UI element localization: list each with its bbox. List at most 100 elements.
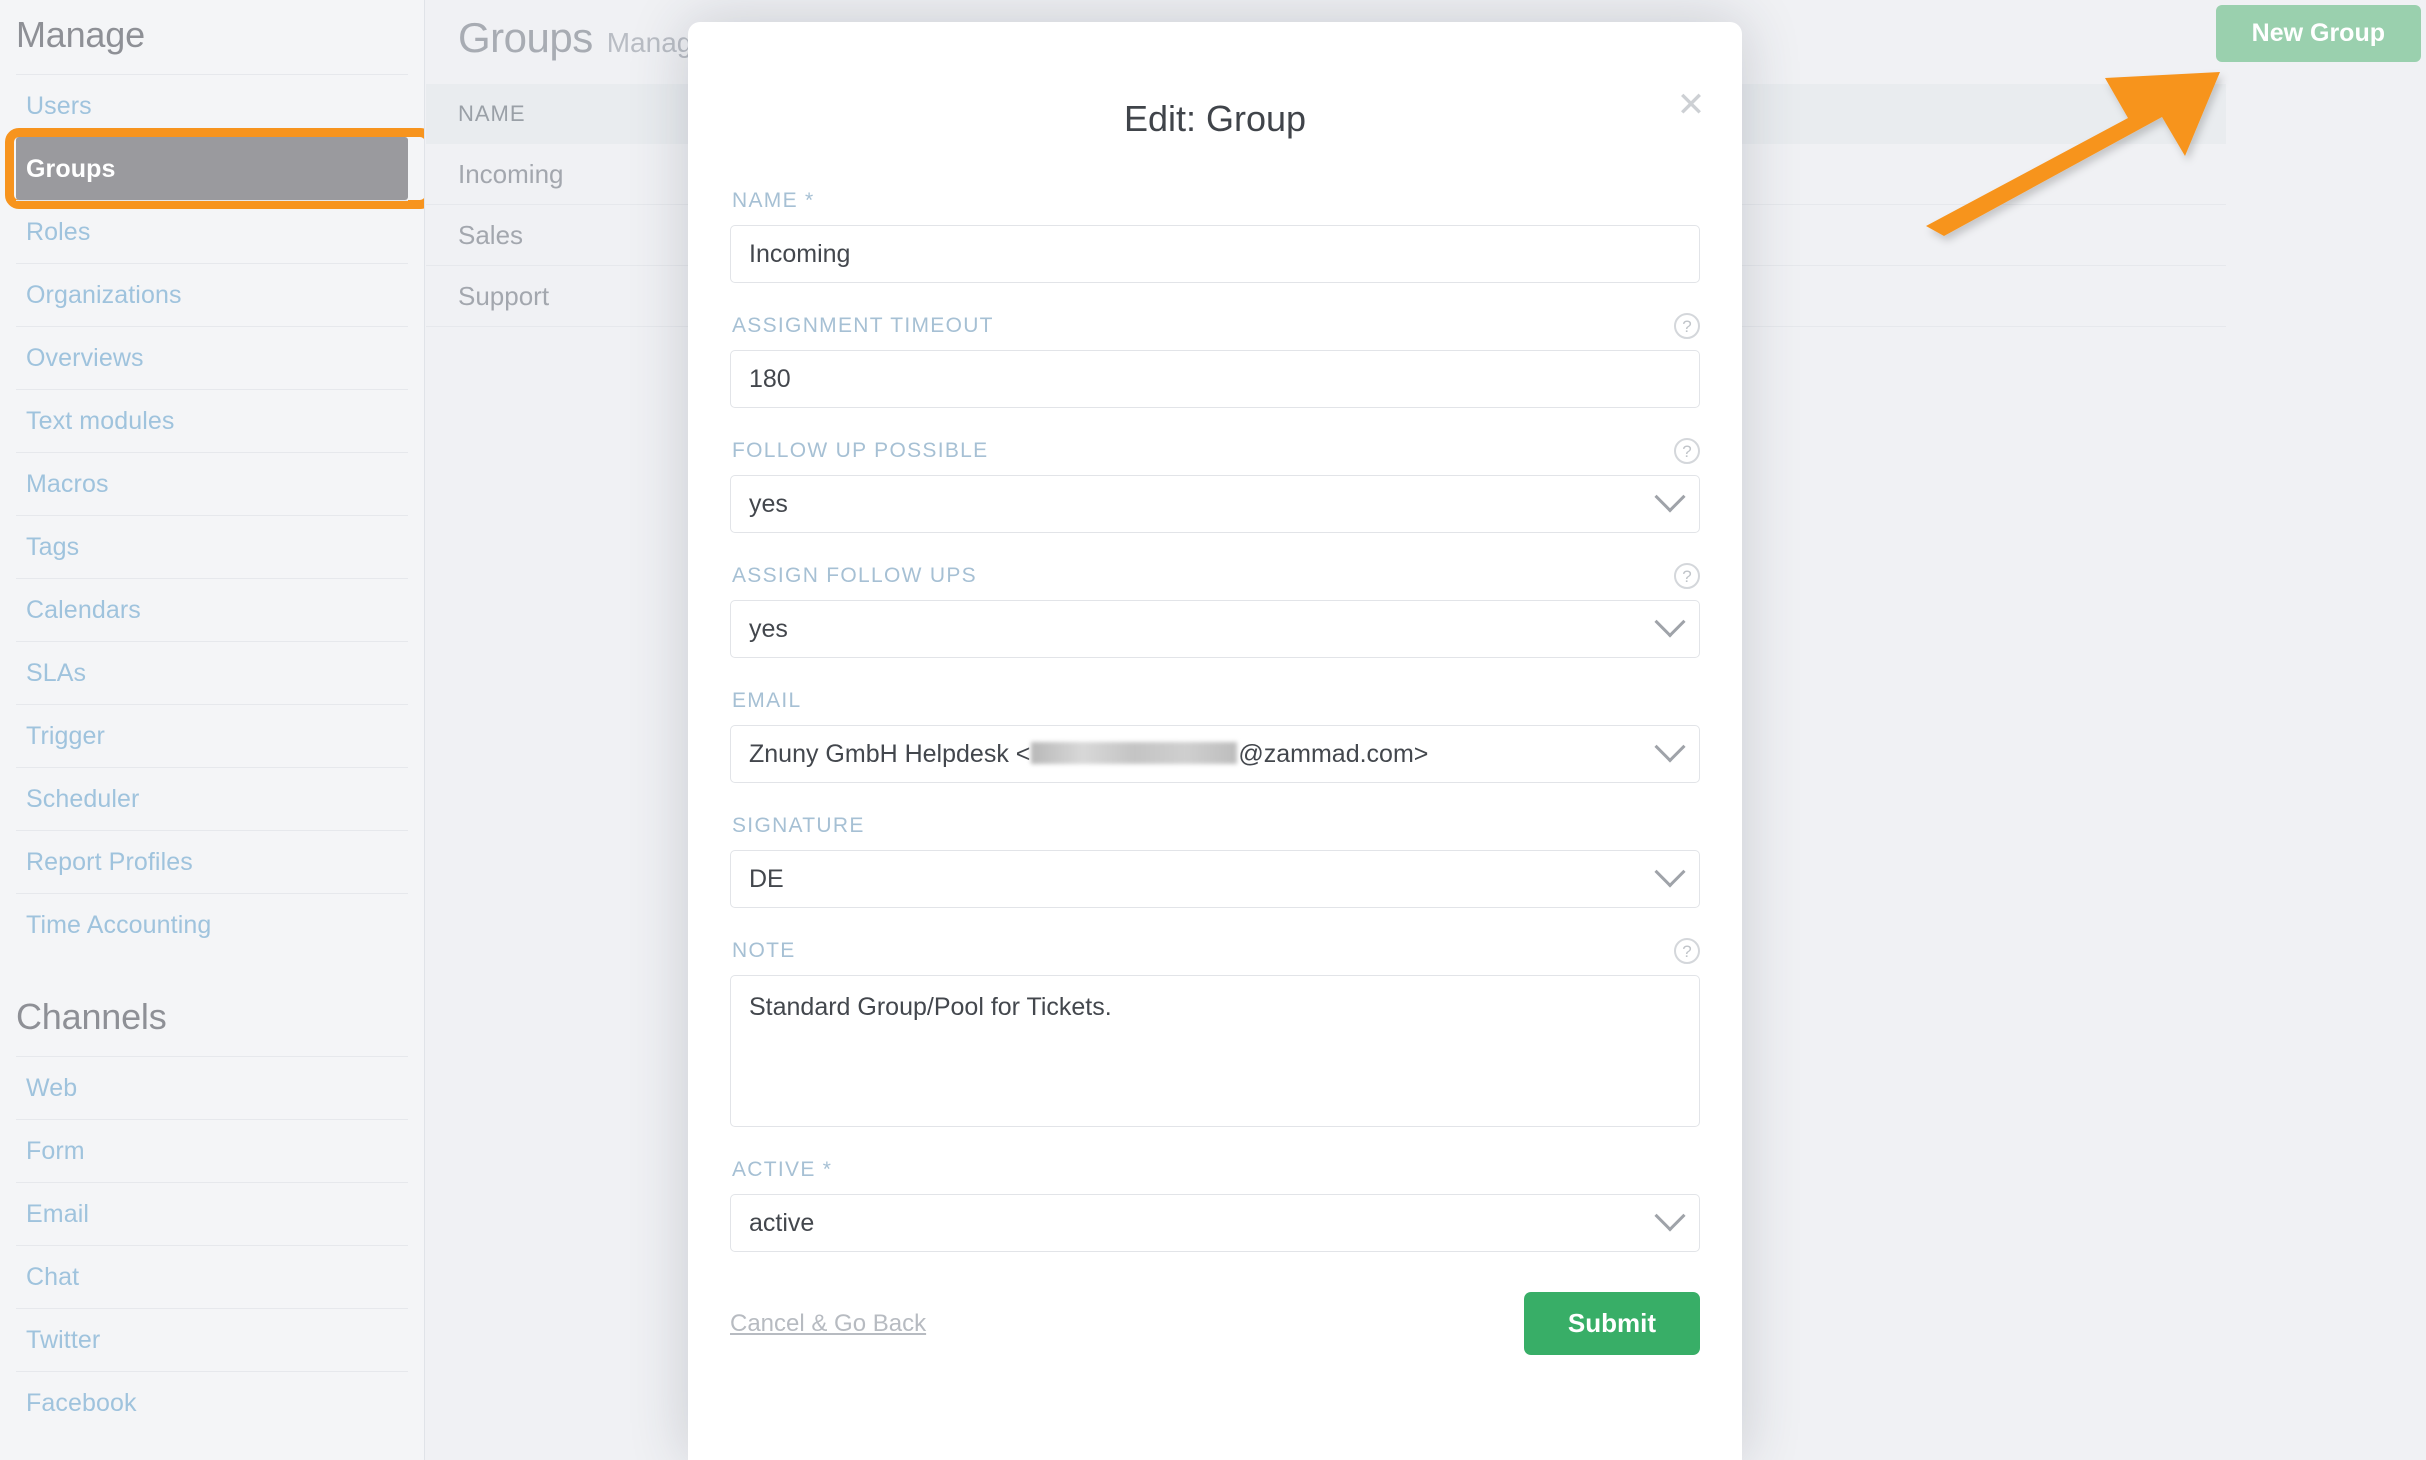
sidebar-section-channels: Channels Web Form Email Chat Twitter Fac…	[16, 956, 408, 1434]
sidebar-item-facebook[interactable]: Facebook	[16, 1371, 408, 1434]
field-label-follow-up-possible: FOLLOW UP POSSIBLE ?	[730, 438, 1700, 464]
follow-up-possible-select[interactable]: yes	[730, 475, 1700, 533]
sidebar-item-report-profiles[interactable]: Report Profiles	[16, 830, 408, 893]
sidebar-item-slas[interactable]: SLAs	[16, 641, 408, 704]
cancel-and-go-back-link[interactable]: Cancel & Go Back	[730, 1310, 926, 1338]
chevron-down-icon	[1654, 606, 1686, 638]
modal-footer: Cancel & Go Back Submit	[688, 1292, 1742, 1355]
sidebar-item-twitter[interactable]: Twitter	[16, 1308, 408, 1371]
field-label-name: NAME *	[730, 188, 1700, 214]
field-follow-up-possible: FOLLOW UP POSSIBLE ? yes	[730, 438, 1700, 533]
sidebar-item-label: Time Accounting	[26, 910, 212, 939]
sidebar-item-chat[interactable]: Chat	[16, 1245, 408, 1308]
field-signature: SIGNATURE DE	[730, 813, 1700, 908]
sidebar-item-label: Twitter	[26, 1325, 101, 1354]
sidebar-heading-manage: Manage	[16, 14, 145, 55]
new-group-button[interactable]: New Group	[2215, 5, 2421, 62]
help-icon[interactable]: ?	[1674, 313, 1700, 339]
email-prefix: Znuny GmbH Helpdesk <	[749, 739, 1031, 768]
cell-name: Sales	[458, 219, 524, 250]
name-input[interactable]: Incoming	[730, 225, 1700, 283]
sidebar-item-macros[interactable]: Macros	[16, 452, 408, 515]
field-label-active: ACTIVE *	[730, 1157, 1700, 1183]
sidebar-item-label: Scheduler	[26, 784, 140, 813]
field-label-signature: SIGNATURE	[730, 813, 1700, 839]
sidebar-item-users[interactable]: Users	[16, 74, 408, 137]
redacted-email-local-part	[1031, 741, 1238, 764]
label-text: ACTIVE *	[732, 1158, 833, 1181]
modal-title: Edit: Group	[1123, 98, 1307, 139]
page-title: Groups	[458, 14, 593, 61]
label-text: FOLLOW UP POSSIBLE	[732, 439, 989, 462]
sidebar-item-groups-wrap: Groups	[5, 128, 424, 209]
sidebar-heading-channels: Channels	[16, 996, 167, 1037]
field-email: EMAIL Znuny GmbH Helpdesk < @zammad.com>	[730, 688, 1700, 783]
sidebar-item-label: Users	[26, 91, 92, 120]
sidebar-item-label: SLAs	[26, 658, 87, 687]
label-text: NAME *	[732, 189, 815, 212]
sidebar-item-label: Groups	[26, 154, 116, 183]
field-name: NAME * Incoming	[730, 188, 1700, 283]
sidebar-item-label: Facebook	[26, 1388, 137, 1417]
chevron-down-icon	[1654, 1200, 1686, 1232]
signature-select[interactable]: DE	[730, 850, 1700, 908]
sidebar-item-text-modules[interactable]: Text modules	[16, 389, 408, 452]
sidebar-item-label: Trigger	[26, 721, 105, 750]
email-select[interactable]: Znuny GmbH Helpdesk < @zammad.com>	[730, 725, 1700, 783]
sidebar-item-calendars[interactable]: Calendars	[16, 578, 408, 641]
chevron-down-icon	[1654, 481, 1686, 513]
help-icon[interactable]: ?	[1674, 438, 1700, 464]
select-value: Znuny GmbH Helpdesk < @zammad.com>	[749, 740, 1428, 769]
assignment-timeout-input[interactable]: 180	[730, 350, 1700, 408]
sidebar-item-trigger[interactable]: Trigger	[16, 704, 408, 767]
label-text: NOTE	[732, 939, 796, 962]
field-assignment-timeout: ASSIGNMENT TIMEOUT ? 180	[730, 313, 1700, 408]
sidebar-item-groups[interactable]: Groups	[16, 137, 408, 200]
field-active: ACTIVE * active	[730, 1157, 1700, 1252]
label-text: ASSIGN FOLLOW UPS	[732, 564, 977, 587]
label-text: ASSIGNMENT TIMEOUT	[732, 314, 994, 337]
column-header-name: NAME	[458, 101, 526, 126]
sidebar-item-label: Email	[26, 1199, 90, 1228]
submit-button[interactable]: Submit	[1523, 1292, 1700, 1355]
email-suffix: @zammad.com>	[1238, 739, 1429, 768]
sidebar-item-label: Tags	[26, 532, 80, 561]
sidebar-section-manage: Manage Users Groups Roles Organizations …	[5, 0, 424, 956]
sidebar-item-label: Chat	[26, 1262, 80, 1291]
select-value: active	[749, 1208, 815, 1237]
sidebar-item-email[interactable]: Email	[16, 1182, 408, 1245]
sidebar-item-form[interactable]: Form	[16, 1119, 408, 1182]
field-note: NOTE ? Standard Group/Pool for Tickets.	[730, 938, 1700, 1127]
sidebar-item-overviews[interactable]: Overviews	[16, 326, 408, 389]
modal-form: NAME * Incoming ASSIGNMENT TIMEOUT ? 180…	[688, 188, 1742, 1252]
sidebar-item-label: Macros	[26, 469, 109, 498]
sidebar-item-organizations[interactable]: Organizations	[16, 263, 408, 326]
sidebar-item-web[interactable]: Web	[16, 1056, 408, 1119]
sidebar-item-scheduler[interactable]: Scheduler	[16, 767, 408, 830]
sidebar-item-label: Web	[26, 1073, 78, 1102]
field-label-assignment-timeout: ASSIGNMENT TIMEOUT ?	[730, 313, 1700, 339]
note-textarea[interactable]: Standard Group/Pool for Tickets.	[730, 975, 1700, 1127]
edit-group-modal: ✕ Edit: Group NAME * Incoming ASSIGNMENT…	[688, 22, 1742, 1460]
chevron-down-icon	[1654, 856, 1686, 888]
active-select[interactable]: active	[730, 1194, 1700, 1252]
cell-name: Support	[458, 280, 550, 311]
sidebar-item-label: Roles	[26, 217, 91, 246]
label-text: EMAIL	[732, 689, 802, 712]
admin-sidebar: Manage Users Groups Roles Organizations …	[0, 0, 425, 1460]
label-text: SIGNATURE	[732, 814, 865, 837]
sidebar-item-label: Overviews	[26, 343, 144, 372]
sidebar-item-time-accounting[interactable]: Time Accounting	[16, 893, 408, 956]
sidebar-item-tags[interactable]: Tags	[16, 515, 408, 578]
field-label-note: NOTE ?	[730, 938, 1700, 964]
select-value: yes	[749, 489, 788, 518]
assign-follow-ups-select[interactable]: yes	[730, 600, 1700, 658]
sidebar-item-label: Text modules	[26, 406, 175, 435]
field-assign-follow-ups: ASSIGN FOLLOW UPS ? yes	[730, 563, 1700, 658]
sidebar-item-label: Organizations	[26, 280, 182, 309]
help-icon[interactable]: ?	[1674, 563, 1700, 589]
help-icon[interactable]: ?	[1674, 938, 1700, 964]
sidebar-item-roles[interactable]: Roles	[16, 200, 408, 263]
close-icon[interactable]: ✕	[1670, 84, 1712, 126]
select-value: yes	[749, 614, 788, 643]
